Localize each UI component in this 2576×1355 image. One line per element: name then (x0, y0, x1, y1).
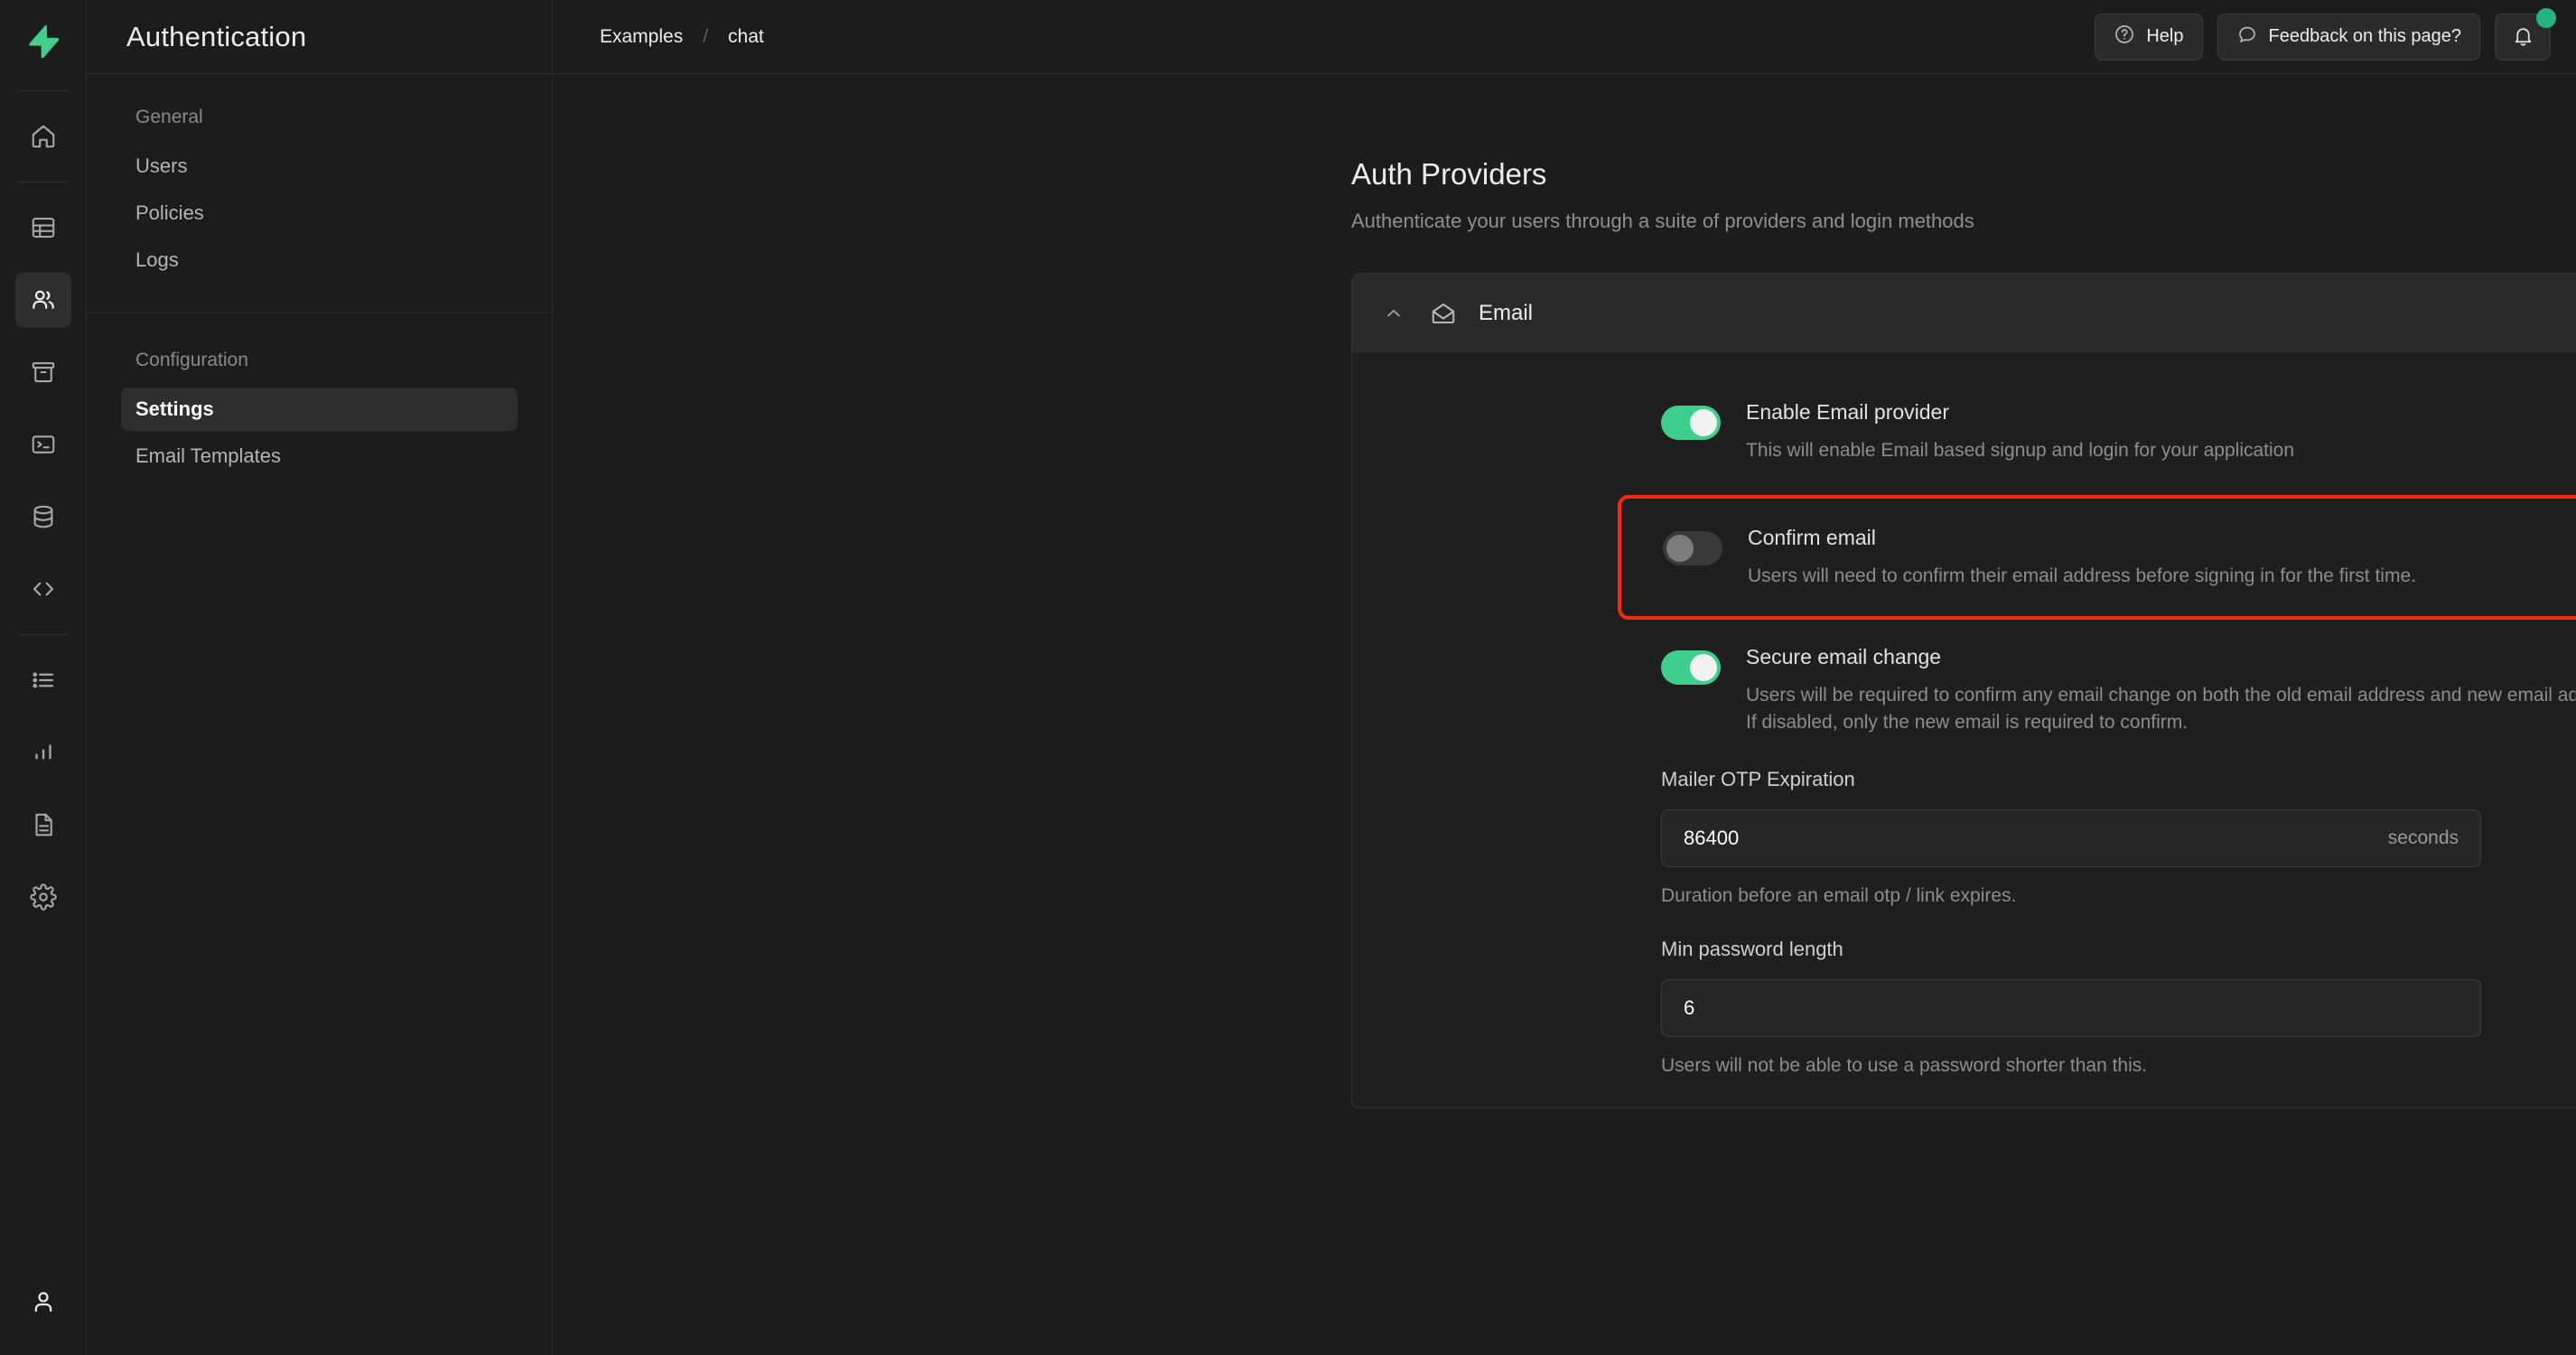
min-password-length-input[interactable]: 6 (1661, 979, 2481, 1037)
mail-open-icon (1430, 300, 1457, 327)
input-suffix: seconds (2388, 827, 2459, 849)
icon-rail (0, 0, 87, 1355)
list-icon[interactable] (15, 652, 71, 708)
notifications-wrapper (2495, 14, 2551, 61)
database-icon[interactable] (15, 489, 71, 545)
auth-providers-subtitle: Authenticate your users through a suite … (1351, 210, 2576, 233)
setting-row-confirm-email: Confirm email Users will need to confirm… (1618, 495, 2576, 619)
setting-text: Enable Email provider This will enable E… (1746, 400, 2294, 464)
setting-text: Secure email change Users will be requir… (1746, 645, 2576, 737)
chevron-up-icon[interactable] (1383, 303, 1406, 324)
nav-heading-general: General (121, 107, 518, 145)
field-min-password-length: Min password length 6 Users will not be … (1352, 938, 2481, 1077)
sidebar-item-settings[interactable]: Settings (121, 388, 518, 431)
help-button-label: Help (2146, 26, 2183, 47)
sidebar-item-authentication[interactable] (15, 272, 71, 328)
sidebar-item-policies[interactable]: Policies (121, 192, 518, 235)
content-inner: Auth Providers Authenticate your users t… (1351, 157, 2576, 1108)
field-mailer-otp-expiration: Mailer OTP Expiration 86400 seconds Dura… (1352, 768, 2481, 907)
sidebar-item-logs[interactable]: Logs (121, 238, 518, 282)
breadcrumb-org[interactable]: Examples (589, 21, 694, 53)
input-value: 86400 (1684, 827, 2388, 850)
main-area: Examples / chat Help Feedback on this pa… (553, 0, 2576, 1355)
feedback-button[interactable]: Feedback on this page? (2217, 14, 2481, 61)
provider-name: Email (1479, 301, 1533, 326)
input-value: 6 (1684, 996, 2459, 1020)
chat-bubble-icon (2236, 23, 2258, 51)
terminal-icon[interactable] (15, 416, 71, 472)
question-circle-icon (2114, 23, 2135, 51)
page-title: Authentication (126, 21, 306, 53)
email-provider-body: Enable Email provider This will enable E… (1352, 353, 2576, 1077)
archive-icon[interactable] (15, 344, 71, 400)
code-brackets-icon[interactable] (15, 561, 71, 617)
field-help-text: Users will not be able to use a password… (1661, 1055, 2481, 1077)
sidebar-item-email-templates[interactable]: Email Templates (121, 435, 518, 478)
field-label: Min password length (1661, 938, 2481, 961)
nav-group-general: General Users Policies Logs (87, 74, 552, 282)
confirm-email-toggle[interactable] (1663, 531, 1722, 565)
help-button[interactable]: Help (2095, 14, 2202, 61)
supabase-lightning-logo[interactable] (16, 16, 70, 67)
home-icon[interactable] (15, 108, 71, 164)
secondary-sidebar: Authentication General Users Policies Lo… (87, 0, 553, 1355)
field-help-text: Duration before an email otp / link expi… (1661, 885, 2481, 907)
rail-divider (18, 90, 69, 91)
secure-email-change-toggle[interactable] (1661, 650, 1721, 685)
table-icon[interactable] (15, 200, 71, 256)
setting-description: Users will be required to confirm any em… (1746, 682, 2576, 737)
feedback-button-label: Feedback on this page? (2269, 26, 2462, 47)
notification-badge-dot (2536, 8, 2556, 28)
content-scroll-area: Auth Providers Authenticate your users t… (553, 74, 2576, 1355)
setting-label: Secure email change (1746, 645, 2576, 669)
bar-chart-icon[interactable] (15, 724, 71, 780)
document-icon[interactable] (15, 797, 71, 853)
rail-divider (18, 634, 69, 635)
breadcrumb-project[interactable]: chat (717, 21, 775, 53)
sidebar-header: Authentication (87, 0, 552, 74)
setting-label: Confirm email (1748, 526, 2416, 550)
field-label: Mailer OTP Expiration (1661, 768, 2481, 791)
nav-heading-configuration: Configuration (121, 350, 518, 388)
mailer-otp-expiration-input[interactable]: 86400 seconds (1661, 809, 2481, 867)
enable-email-provider-toggle[interactable] (1661, 406, 1721, 440)
sidebar-item-users[interactable]: Users (121, 145, 518, 188)
setting-description: This will enable Email based signup and … (1746, 437, 2294, 464)
email-provider-panel: Email Enabled (1351, 273, 2576, 1108)
setting-description: Users will need to confirm their email a… (1748, 563, 2416, 590)
setting-label: Enable Email provider (1746, 400, 2294, 425)
app-root: Authentication General Users Policies Lo… (0, 0, 2576, 1355)
topbar: Examples / chat Help Feedback on this pa… (553, 0, 2576, 74)
setting-row-secure-email-change: Secure email change Users will be requir… (1352, 645, 2576, 737)
toggle-knob (1666, 535, 1694, 562)
toggle-knob (1690, 409, 1717, 436)
email-provider-header[interactable]: Email Enabled (1352, 274, 2576, 353)
breadcrumb-separator: / (703, 26, 708, 48)
user-icon[interactable] (15, 1274, 71, 1330)
nav-group-configuration: Configuration Settings Email Templates (87, 313, 552, 478)
auth-providers-title: Auth Providers (1351, 157, 2576, 192)
toggle-knob (1690, 654, 1717, 681)
setting-row-enable-email-provider: Enable Email provider This will enable E… (1352, 400, 2576, 464)
setting-text: Confirm email Users will need to confirm… (1748, 526, 2416, 590)
gear-icon[interactable] (15, 869, 71, 925)
